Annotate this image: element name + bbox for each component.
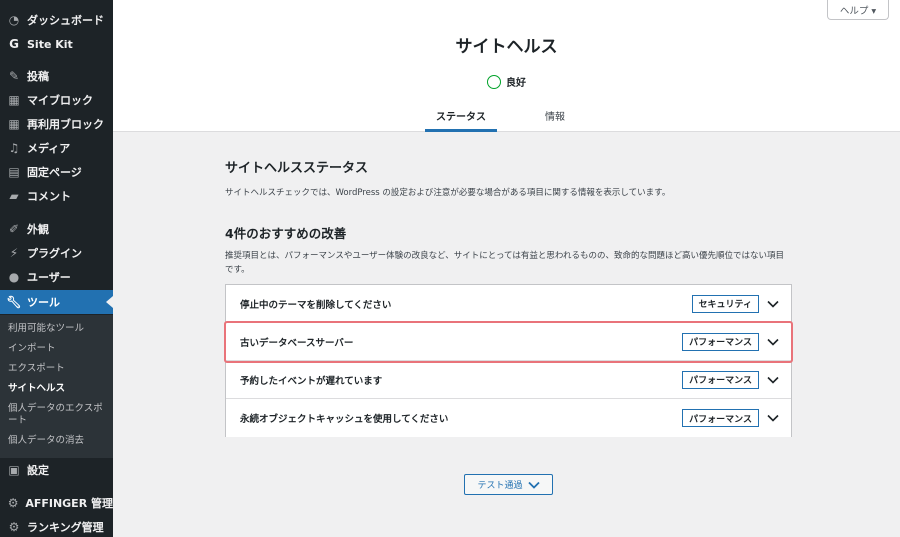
issue-badge: パフォーマンス [682, 409, 759, 427]
page-icon: ▤ [8, 165, 20, 179]
settings-icon: ▣ [8, 463, 20, 477]
submenu-item-site-health[interactable]: サイトヘルス [8, 383, 108, 395]
sidebar-item-settings[interactable]: ▣ 設定 [0, 458, 113, 482]
sidebar-item-label: メディア [27, 142, 71, 155]
media-icon: ♫ [8, 141, 20, 155]
issue-title: 停止中のテーマを削除してください [240, 299, 392, 311]
sidebar-item-label: 投稿 [27, 70, 49, 83]
google-g-icon: G [9, 37, 19, 51]
issue-row[interactable]: 予約したイベントが遅れています パフォーマンス [226, 361, 791, 399]
status-label: 良好 [506, 78, 526, 89]
sidebar-item-label: 固定ページ [27, 166, 82, 179]
sidebar-item-label: コメント [27, 190, 71, 203]
sidebar-item-label: 外観 [27, 223, 49, 236]
sidebar-item-label: マイブロック [27, 94, 93, 107]
wrench-icon: 🔧︎ [6, 295, 22, 309]
gear-icon: ⚙ [8, 520, 20, 534]
sidebar-item-dashboard[interactable]: ◔ ダッシュボード [0, 8, 113, 32]
sidebar-item-label: ダッシュボード [27, 14, 104, 27]
plugin-icon: ⚡ [9, 246, 19, 260]
sidebar-item-site-kit[interactable]: G Site Kit [0, 32, 113, 56]
sidebar-item-label: プラグイン [27, 247, 82, 260]
highlight-box [224, 321, 793, 363]
sidebar-item-reusable-blocks[interactable]: ▦ 再利用ブロック [0, 112, 113, 136]
sidebar-item-label: ツール [27, 296, 60, 309]
sidebar-item-label: AFFINGER 管理 [25, 497, 113, 510]
tools-submenu: 利用可能なツール インポート エクスポート サイトヘルス 個人データのエクスポー… [0, 315, 113, 458]
issue-badge: パフォーマンス [682, 370, 759, 389]
issue-title: 永続オブジェクトキャッシュを使用してください [240, 414, 449, 425]
sidebar-item-posts[interactable]: ✎ 投稿 [0, 64, 113, 88]
submenu-item-available-tools[interactable]: 利用可能なツール [8, 323, 108, 335]
sidebar-item-affinger[interactable]: ⚙ AFFINGER 管理 [0, 491, 113, 515]
sidebar-item-pages[interactable]: ▤ 固定ページ [0, 160, 113, 184]
passed-tests-button[interactable]: テスト通過 [464, 474, 553, 495]
sidebar-item-ranking[interactable]: ⚙ ランキング管理 [0, 515, 113, 537]
gear-icon: ⚙ [7, 496, 19, 510]
sidebar-item-appearance[interactable]: ✐ 外観 [0, 217, 113, 241]
sidebar-item-media[interactable]: ♫ メディア [0, 136, 113, 160]
brush-icon: ✐ [8, 222, 20, 236]
sidebar-item-tools[interactable]: 🔧︎ ツール [0, 290, 113, 314]
status-circle-icon [487, 74, 501, 89]
health-status: 良好 [113, 74, 900, 89]
sidebar-item-label: Site Kit [27, 37, 73, 51]
dashboard-icon: ◔ [8, 13, 20, 27]
comment-icon: ▰ [9, 189, 19, 203]
sidebar-item-label: 再利用ブロック [27, 118, 104, 131]
chevron-down-icon [767, 300, 779, 308]
passed-tests-label: テスト通過 [477, 481, 523, 491]
site-health-header: ヘルプ ▾ サイトヘルス 良好 ステータス 情報 [113, 0, 900, 132]
chevron-down-icon [767, 376, 779, 384]
user-icon: ● [8, 270, 20, 284]
recommendations-description: 推奨項目とは、パフォーマンスやユーザー体験の改良など、サイトにとっては有益と思わ… [225, 251, 784, 275]
issue-row[interactable]: 永続オブジェクトキャッシュを使用してください パフォーマンス [226, 399, 791, 437]
sidebar-item-my-blocks[interactable]: ▦ マイブロック [0, 88, 113, 112]
chevron-down-icon [527, 481, 540, 489]
grid-icon: ▦ [8, 93, 20, 107]
submenu-item-export-personal-data[interactable]: 個人データのエクスポート [8, 403, 108, 427]
sidebar-item-plugins[interactable]: ⚡ プラグイン [0, 241, 113, 265]
admin-sidebar: ◔ ダッシュボード G Site Kit ✎ 投稿 ▦ マイブロック ▦ 再利用… [0, 0, 113, 537]
help-button[interactable]: ヘルプ ▾ [827, 0, 889, 20]
chevron-down-icon [767, 414, 779, 422]
tab-status[interactable]: ステータス [425, 100, 497, 132]
sidebar-item-label: ユーザー [27, 271, 71, 284]
section-description: サイトヘルスチェックでは、WordPress の設定および注意が必要な場合がある… [225, 188, 671, 198]
issue-badge: セキュリティ [691, 294, 759, 313]
issue-title: 予約したイベントが遅れています [240, 375, 383, 387]
section-title: サイトヘルスステータス [225, 161, 369, 176]
tab-info[interactable]: 情報 [525, 100, 585, 132]
sidebar-item-users[interactable]: ● ユーザー [0, 265, 113, 289]
page-title: サイトヘルス [455, 37, 558, 57]
sidebar-item-label: 設定 [27, 464, 49, 477]
sidebar-item-comments[interactable]: ▰ コメント [0, 184, 113, 208]
issue-row[interactable]: 停止中のテーマを削除してください セキュリティ [226, 285, 791, 323]
submenu-item-erase-personal-data[interactable]: 個人データの消去 [8, 435, 108, 447]
pin-icon: ✎ [8, 69, 20, 83]
submenu-item-import[interactable]: インポート [8, 343, 108, 355]
recommendations-count-title: 4件のおすすめの改善 [225, 226, 347, 241]
sidebar-item-label: ランキング管理 [27, 521, 104, 534]
submenu-item-export[interactable]: エクスポート [8, 363, 108, 375]
grid-icon: ▦ [8, 117, 20, 131]
